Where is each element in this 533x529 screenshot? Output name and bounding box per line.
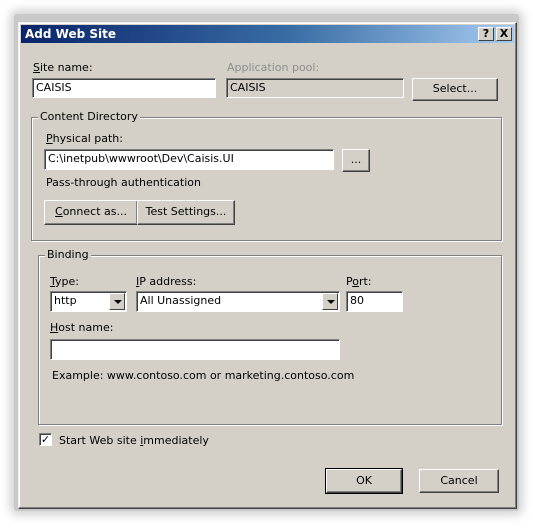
start-immediately-checkbox[interactable]: ✓ bbox=[39, 433, 52, 446]
content-directory-group: Content Directory Physical path: C:\inet… bbox=[31, 110, 502, 241]
port-label: Port: bbox=[346, 275, 372, 288]
site-name-label: Site name: bbox=[33, 61, 93, 74]
port-input[interactable]: 80 bbox=[346, 291, 403, 312]
auth-text: Pass-through authentication bbox=[46, 176, 201, 189]
close-button[interactable]: X bbox=[496, 27, 512, 41]
physical-path-label: Physical path: bbox=[46, 132, 123, 145]
host-name-label: Host name: bbox=[50, 321, 114, 334]
ok-button[interactable]: OK bbox=[325, 468, 403, 494]
test-settings-button[interactable]: Test Settings... bbox=[137, 200, 235, 225]
site-name-label-text: ite name: bbox=[39, 61, 93, 74]
chevron-down-icon[interactable] bbox=[322, 293, 338, 310]
connect-as-button[interactable]: Connect as... bbox=[44, 200, 138, 225]
dialog-title: Add Web Site bbox=[25, 27, 116, 41]
content-directory-legend: Content Directory bbox=[38, 110, 140, 123]
ip-address-select[interactable]: All Unassigned bbox=[136, 291, 340, 312]
binding-legend: Binding bbox=[45, 248, 91, 261]
application-pool-input: CAISIS bbox=[226, 78, 404, 98]
start-immediately-label[interactable]: Start Web site immediately bbox=[59, 434, 209, 447]
type-label: Type: bbox=[50, 275, 79, 288]
add-web-site-dialog: Add Web Site ? X Site name: CAISIS Appli… bbox=[18, 22, 517, 509]
title-bar[interactable]: Add Web Site ? X bbox=[21, 25, 514, 43]
host-name-input[interactable] bbox=[50, 339, 340, 360]
select-button[interactable]: Select... bbox=[412, 78, 498, 101]
type-select[interactable]: http bbox=[50, 291, 127, 312]
site-name-input[interactable]: CAISIS bbox=[32, 78, 216, 98]
chevron-down-icon[interactable] bbox=[109, 293, 125, 310]
example-text: Example: www.contoso.com or marketing.co… bbox=[52, 369, 355, 382]
cancel-button[interactable]: Cancel bbox=[419, 469, 499, 493]
physical-path-input[interactable]: C:\inetpub\wwwroot\Dev\Caisis.UI bbox=[44, 149, 334, 170]
help-button[interactable]: ? bbox=[478, 27, 494, 41]
browse-button[interactable]: ... bbox=[342, 149, 370, 172]
ip-address-label: IP address: bbox=[136, 275, 197, 288]
type-value: http bbox=[54, 294, 77, 307]
application-pool-label: Application pool: bbox=[227, 61, 320, 74]
binding-group: Binding Type: http IP address: All Unass… bbox=[38, 248, 502, 425]
ip-address-value: All Unassigned bbox=[140, 294, 222, 307]
